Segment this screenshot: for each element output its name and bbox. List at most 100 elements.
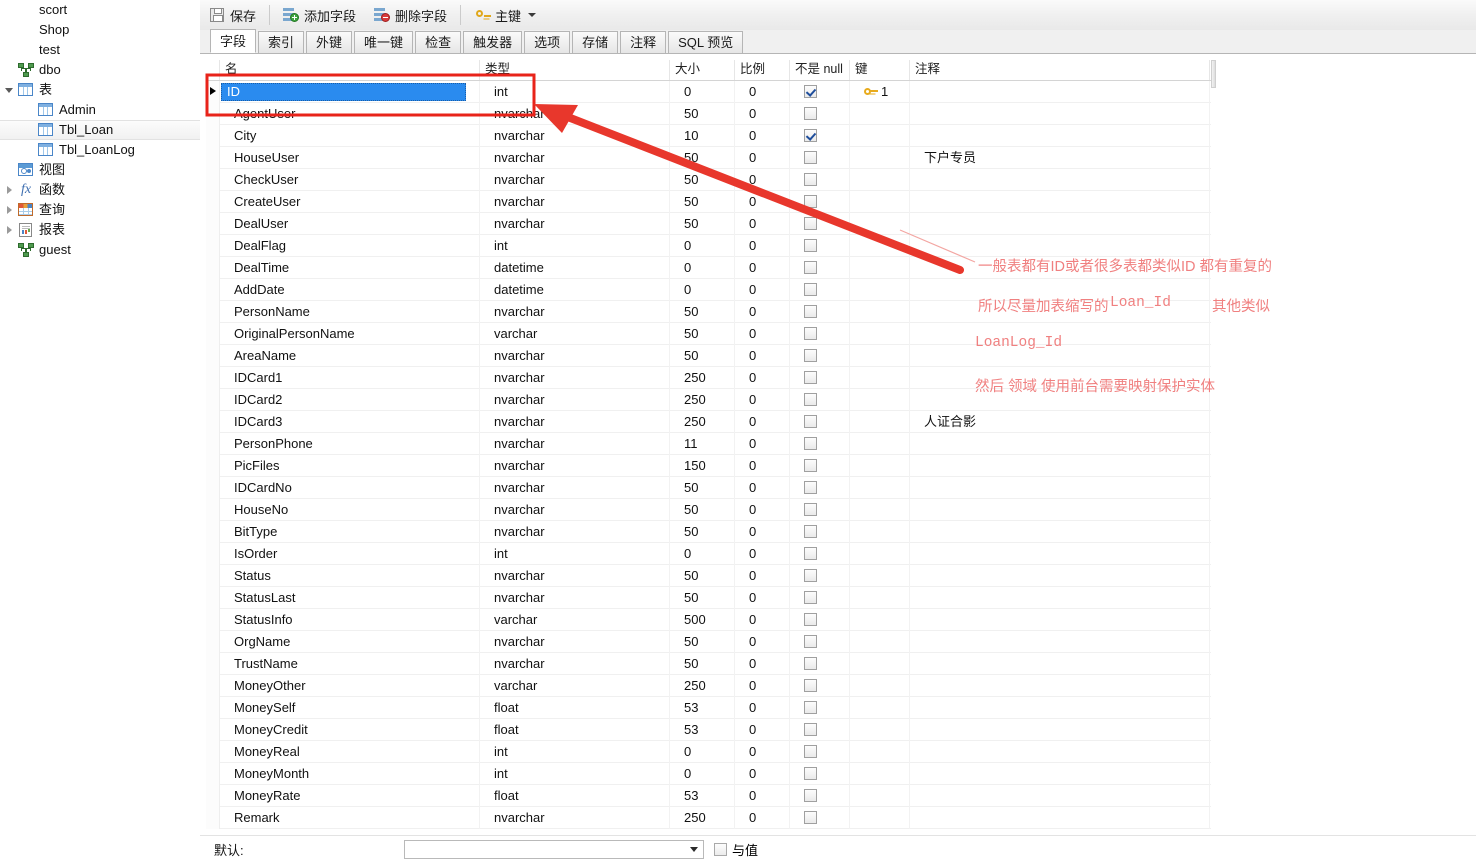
field-scale-cell[interactable]: 0 (735, 432, 790, 455)
field-key-cell[interactable] (850, 784, 910, 807)
sidebar-item-[interactable]: 表 (0, 80, 200, 100)
notnull-checkbox[interactable] (804, 261, 817, 274)
field-name-cell[interactable]: AddDate (220, 278, 480, 301)
notnull-checkbox[interactable] (804, 767, 817, 780)
grid-header-cell[interactable]: 大小 (670, 60, 735, 80)
sidebar-item-guest[interactable]: guest (0, 240, 200, 260)
field-comment-cell[interactable] (910, 696, 1210, 719)
field-notnull-cell[interactable] (790, 806, 850, 829)
field-scale-cell[interactable]: 0 (735, 168, 790, 191)
field-key-cell[interactable] (850, 278, 910, 301)
table-row[interactable]: IDCard3 nvarchar 250 0 人证合影 (206, 410, 1215, 433)
table-row[interactable]: OrgName nvarchar 50 0 (206, 630, 1215, 653)
field-key-cell[interactable] (850, 190, 910, 213)
primary-key-button[interactable]: 主键 (466, 3, 544, 27)
field-notnull-cell[interactable] (790, 410, 850, 433)
field-notnull-cell[interactable] (790, 190, 850, 213)
field-name-input[interactable]: ID (221, 82, 466, 101)
field-notnull-cell[interactable] (790, 256, 850, 279)
notnull-checkbox[interactable] (804, 701, 817, 714)
field-scale-cell[interactable]: 0 (735, 278, 790, 301)
field-type-cell[interactable]: nvarchar (480, 388, 670, 411)
notnull-checkbox[interactable] (804, 679, 817, 692)
field-scale-cell[interactable]: 0 (735, 410, 790, 433)
notnull-checkbox[interactable] (804, 217, 817, 230)
field-comment-cell[interactable] (910, 124, 1210, 147)
notnull-checkbox[interactable] (804, 437, 817, 450)
field-scale-cell[interactable]: 0 (735, 124, 790, 147)
table-row[interactable]: MoneyMonth int 0 0 (206, 762, 1215, 785)
table-row[interactable]: City nvarchar 10 0 (206, 124, 1215, 147)
field-scale-cell[interactable]: 0 (735, 696, 790, 719)
field-size-cell[interactable]: 250 (670, 388, 735, 411)
field-scale-cell[interactable]: 0 (735, 564, 790, 587)
field-size-cell[interactable]: 10 (670, 124, 735, 147)
field-size-cell[interactable]: 50 (670, 344, 735, 367)
field-scale-cell[interactable]: 0 (735, 674, 790, 697)
notnull-checkbox[interactable] (804, 723, 817, 736)
table-row[interactable]: MoneyCredit float 53 0 (206, 718, 1215, 741)
field-comment-cell[interactable] (910, 476, 1210, 499)
field-type-cell[interactable]: nvarchar (480, 102, 670, 125)
field-comment-cell[interactable] (910, 278, 1210, 301)
field-size-cell[interactable]: 53 (670, 718, 735, 741)
field-name-cell[interactable]: IDCard2 (220, 388, 480, 411)
field-scale-cell[interactable]: 0 (735, 740, 790, 763)
notnull-checkbox[interactable] (804, 349, 817, 362)
table-row[interactable]: IDCard1 nvarchar 250 0 (206, 366, 1215, 389)
sidebar-item-[interactable]: 报表 (0, 220, 200, 240)
field-key-cell[interactable] (850, 212, 910, 235)
field-scale-cell[interactable]: 0 (735, 784, 790, 807)
field-key-cell[interactable] (850, 674, 910, 697)
field-scale-cell[interactable]: 0 (735, 520, 790, 543)
field-name-cell[interactable]: HouseNo (220, 498, 480, 521)
add-field-button[interactable]: 添加字段 (275, 3, 364, 27)
field-type-cell[interactable]: nvarchar (480, 432, 670, 455)
field-notnull-cell[interactable] (790, 762, 850, 785)
field-type-cell[interactable]: nvarchar (480, 586, 670, 609)
fields-grid[interactable]: 名类型 大小 比例 不是 null 键注释 ID int 0 0 1 AgentUser nvarc… (206, 60, 1216, 835)
field-comment-cell[interactable] (910, 102, 1210, 125)
field-scale-cell[interactable]: 0 (735, 300, 790, 323)
field-notnull-cell[interactable] (790, 520, 850, 543)
field-comment-cell[interactable] (910, 608, 1210, 631)
field-comment-cell[interactable] (910, 762, 1210, 785)
field-name-cell[interactable]: DealFlag (220, 234, 480, 257)
field-name-cell[interactable]: HouseUser (220, 146, 480, 169)
field-comment-cell[interactable] (910, 80, 1210, 103)
field-name-cell[interactable]: PersonName (220, 300, 480, 323)
table-row[interactable]: CheckUser nvarchar 50 0 (206, 168, 1215, 191)
notnull-checkbox[interactable] (804, 239, 817, 252)
field-comment-cell[interactable] (910, 806, 1210, 829)
field-key-cell[interactable] (850, 652, 910, 675)
field-key-cell[interactable] (850, 168, 910, 191)
field-name-cell[interactable]: OrgName (220, 630, 480, 653)
notnull-checkbox[interactable] (804, 195, 817, 208)
field-name-cell[interactable]: IDCardNo (220, 476, 480, 499)
field-key-cell[interactable] (850, 102, 910, 125)
notnull-checkbox[interactable] (804, 415, 817, 428)
field-size-cell[interactable]: 50 (670, 212, 735, 235)
notnull-checkbox[interactable] (804, 569, 817, 582)
field-size-cell[interactable]: 250 (670, 806, 735, 829)
field-comment-cell[interactable] (910, 740, 1210, 763)
notnull-checkbox[interactable] (804, 107, 817, 120)
tab-4[interactable]: 检查 (415, 31, 462, 53)
field-type-cell[interactable]: nvarchar (480, 652, 670, 675)
field-scale-cell[interactable]: 0 (735, 366, 790, 389)
table-row[interactable]: MoneyOther varchar 250 0 (206, 674, 1215, 697)
field-notnull-cell[interactable] (790, 432, 850, 455)
object-tree-sidebar[interactable]: scort Shop test dbo 表 Admin Tbl_Loan Tbl_LoanLo… (0, 0, 200, 863)
field-comment-cell[interactable]: 下户专员 (910, 146, 1210, 169)
field-size-cell[interactable]: 50 (670, 498, 735, 521)
field-comment-cell[interactable] (910, 212, 1210, 235)
notnull-checkbox[interactable] (804, 525, 817, 538)
field-size-cell[interactable]: 50 (670, 322, 735, 345)
field-comment-cell[interactable] (910, 630, 1210, 653)
field-name-cell[interactable]: City (220, 124, 480, 147)
field-scale-cell[interactable]: 0 (735, 256, 790, 279)
field-name-cell[interactable]: AreaName (220, 344, 480, 367)
field-notnull-cell[interactable] (790, 498, 850, 521)
field-comment-cell[interactable] (910, 454, 1210, 477)
table-row[interactable]: MoneyRate float 53 0 (206, 784, 1215, 807)
